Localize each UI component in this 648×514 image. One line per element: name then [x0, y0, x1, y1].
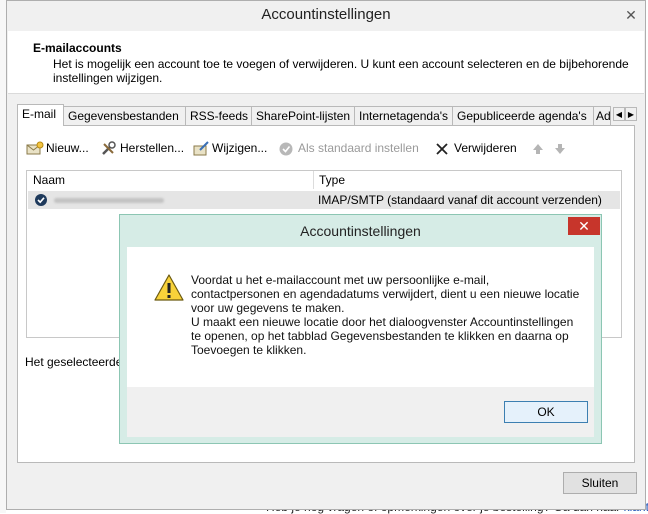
column-separator[interactable] [313, 171, 314, 189]
new-label: Nieuw... [46, 141, 89, 155]
warning-dialog: Accountinstellingen ✕ Voordat u het e-ma… [119, 214, 602, 444]
dialog-close-icon[interactable]: ✕ [568, 217, 600, 235]
warning-icon [154, 274, 184, 301]
selected-account-label: Het geselecteerde [25, 355, 123, 369]
tab-scroll-left-icon[interactable]: ◀ [613, 107, 625, 121]
dialog-body: Voordat u het e-mailaccount met uw perso… [127, 247, 594, 437]
move-up-button[interactable] [530, 138, 550, 158]
window-title: Accountinstellingen [261, 6, 391, 23]
tab-internet-calendars[interactable]: Internetagenda's [354, 106, 453, 125]
column-header-type[interactable]: Type [319, 171, 345, 189]
tab-email[interactable]: E-mail [17, 104, 64, 126]
tab-rss-feeds[interactable]: RSS-feeds [185, 106, 252, 125]
new-account-icon [26, 141, 44, 155]
dialog-message-line-2: U maakt een nieuwe locatie door het dial… [191, 315, 574, 357]
tab-published-calendars[interactable]: Gepubliceerde agenda's [452, 106, 594, 125]
remove-button[interactable]: Verwijderen [434, 138, 517, 158]
tab-address-books[interactable]: Ad [593, 106, 611, 125]
checkmark-circle-icon [279, 142, 293, 156]
wrench-icon [102, 141, 116, 155]
remove-label: Verwijderen [454, 141, 517, 155]
repair-label: Herstellen... [120, 141, 185, 155]
arrow-up-icon [533, 143, 543, 154]
account-type: IMAP/SMTP (standaard vanaf dit account v… [318, 193, 602, 207]
edit-account-icon [193, 141, 209, 156]
change-label: Wijzigen... [212, 141, 268, 155]
repair-button[interactable]: Herstellen... [100, 138, 184, 158]
default-account-check-icon [35, 194, 47, 206]
dialog-message-area: Voordat u het e-mailaccount met uw perso… [127, 247, 594, 387]
arrow-down-icon [555, 143, 565, 154]
header-panel: E-mailaccounts Het is mogelijk een accou… [8, 31, 644, 94]
dialog-message: Voordat u het e-mailaccount met uw perso… [191, 273, 581, 357]
account-row[interactable]: IMAP/SMTP (standaard vanaf dit account v… [28, 191, 620, 209]
ok-button[interactable]: OK [504, 401, 588, 423]
set-default-button[interactable]: Als standaard instellen [278, 138, 419, 158]
close-button[interactable]: Sluiten [563, 472, 637, 494]
window-close-icon[interactable]: ✕ [623, 7, 639, 23]
x-remove-icon [436, 143, 448, 155]
account-name-redacted [54, 198, 164, 203]
dialog-title: Accountinstellingen [300, 223, 421, 239]
header-title: E-mailaccounts [33, 41, 122, 55]
tab-scroll-right-icon[interactable]: ▶ [625, 107, 637, 121]
column-header-name[interactable]: Naam [33, 171, 65, 189]
move-down-button[interactable] [552, 138, 572, 158]
change-button[interactable]: Wijzigen... [192, 138, 267, 158]
set-default-label: Als standaard instellen [298, 141, 419, 155]
new-button[interactable]: Nieuw... [26, 138, 89, 158]
dialog-message-line-1: Voordat u het e-mailaccount met uw perso… [191, 273, 580, 315]
tab-data-files[interactable]: Gegevensbestanden [63, 106, 186, 125]
tab-sharepoint-lists[interactable]: SharePoint-lijsten [251, 106, 355, 125]
header-description: Het is mogelijk een account toe te voege… [53, 57, 629, 85]
